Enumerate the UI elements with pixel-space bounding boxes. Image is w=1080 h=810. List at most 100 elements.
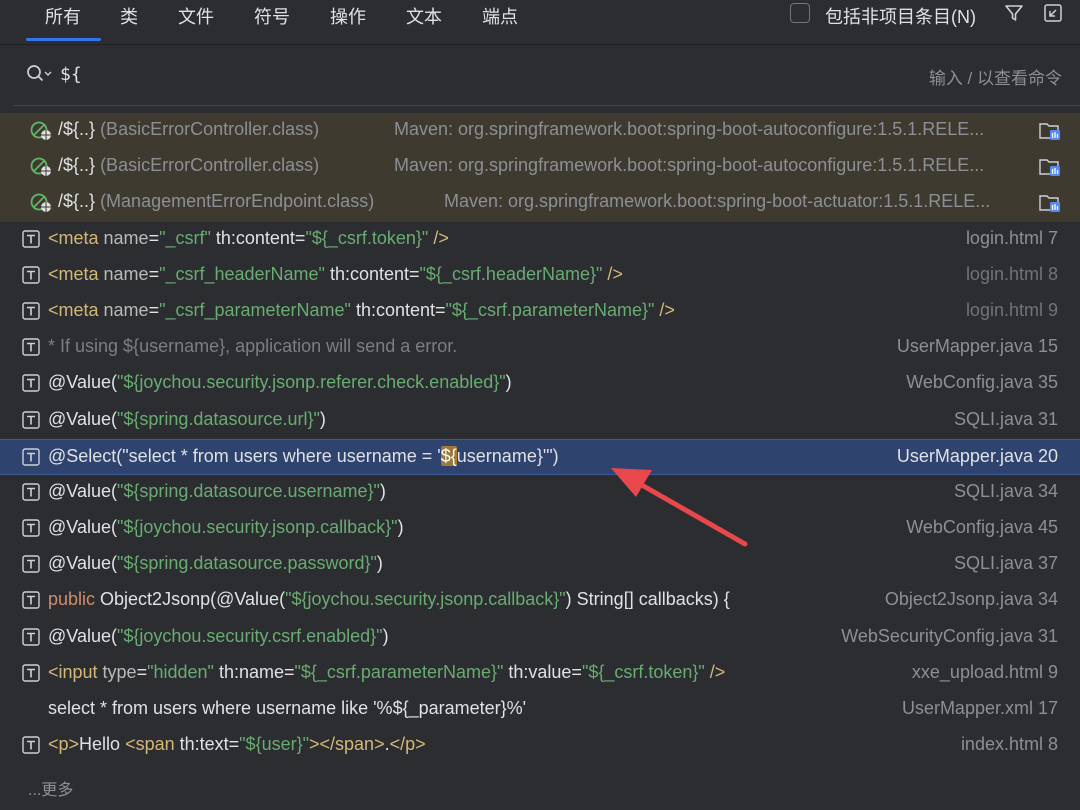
text-match-icon — [22, 555, 40, 573]
code-segment: "${_csrf.parameterName}" — [445, 299, 655, 320]
search-icon[interactable] — [25, 63, 53, 85]
code-segment: "_csrf_parameterName" — [159, 299, 351, 320]
endpoint-row[interactable]: /${..} (ManagementErrorEndpoint.class) Ma… — [0, 185, 1080, 222]
result-location: login.html 9 — [965, 299, 1058, 320]
text-match-icon — [22, 266, 40, 284]
result-text: @Value("${joychou.security.csrf.enabled}… — [48, 626, 389, 647]
endpoint-label: /${..} (BasicErrorController.class) — [58, 119, 319, 140]
code-segment: <p> — [48, 734, 80, 755]
code-segment: <input — [48, 661, 103, 682]
tab-symbols[interactable]: 符号 — [254, 3, 290, 29]
endpoint-source: Maven: org.springframework.boot:spring-b… — [394, 119, 985, 139]
result-text: <meta name="_csrf_headerName" th:content… — [48, 264, 623, 285]
code-segment: "hidden" — [147, 661, 214, 682]
result-row[interactable]: @Value("${joychou.security.jsonp.referer… — [0, 366, 1080, 402]
text-match-icon — [22, 664, 40, 682]
result-text: @Value("${joychou.security.jsonp.callbac… — [48, 517, 404, 538]
text-match-icon — [22, 519, 40, 537]
code-segment: "${joychou.security.jsonp.callback}" — [116, 517, 398, 538]
code-segment: "_csrf" — [159, 227, 211, 248]
tab-all[interactable]: 所有 — [45, 3, 81, 29]
code-segment: "${joychou.security.jsonp.callback}" — [285, 589, 566, 610]
library-folder-icon — [1039, 159, 1060, 177]
endpoint-path: /${..} — [58, 191, 96, 212]
code-segment: select * from users where username like … — [48, 698, 527, 718]
result-row[interactable]: <meta name="_csrf" th:content="${_csrf.t… — [0, 222, 1080, 258]
filter-icon[interactable] — [1003, 2, 1025, 24]
endpoint-label: /${..} (BasicErrorController.class) — [58, 155, 319, 176]
code-segment: @Value( — [48, 625, 117, 646]
result-row[interactable]: @Value("${spring.datasource.url}") SQLI.j… — [0, 403, 1080, 439]
code-segment: @Value( — [48, 553, 117, 574]
result-row[interactable]: <p>Hello <span th:text="${user}"></span>… — [0, 728, 1080, 764]
code-segment: = — [148, 263, 160, 284]
result-text: @Value("${spring.datasource.username}") — [48, 481, 386, 502]
code-segment: <span — [125, 734, 180, 755]
code-segment: ) — [379, 480, 386, 501]
code-segment: ) — [505, 372, 512, 393]
code-segment: th:value= — [503, 661, 582, 682]
result-location: xxe_upload.html 9 — [911, 661, 1058, 682]
result-row[interactable]: <input type="hidden" th:name="${_csrf.pa… — [0, 656, 1080, 692]
include-non-project-checkbox[interactable] — [790, 3, 810, 23]
result-row[interactable]: @Value("${joychou.security.csrf.enabled}… — [0, 620, 1080, 656]
text-match-icon — [22, 483, 40, 501]
code-segment: /> — [428, 227, 449, 248]
code-segment: <meta — [48, 227, 104, 248]
code-segment: "${joychou.security.csrf.enabled}" — [116, 625, 383, 646]
tab-text[interactable]: 文本 — [406, 3, 442, 29]
result-location: login.html 8 — [965, 263, 1058, 284]
text-match-icon — [22, 410, 40, 429]
code-segment: @Value( — [48, 408, 117, 429]
code-segment: <meta — [48, 299, 104, 320]
code-segment: "_csrf_headerName" — [159, 263, 325, 284]
result-location: UserMapper.java 15 — [896, 336, 1058, 357]
code-segment: name — [103, 299, 149, 320]
open-in-window-icon[interactable] — [1042, 2, 1064, 24]
result-row[interactable]: @Value("${joychou.security.jsonp.callbac… — [0, 511, 1080, 547]
result-row[interactable]: @Value("${spring.datasource.password}") S… — [0, 547, 1080, 583]
result-row-selected[interactable]: @Select("select * from users where usern… — [0, 438, 1080, 475]
code-segment: "${joychou.security.jsonp.referer.check.… — [116, 372, 506, 393]
text-match-icon — [22, 736, 40, 754]
tab-actions[interactable]: 操作 — [330, 3, 366, 29]
tab-files[interactable]: 文件 — [178, 3, 214, 29]
endpoint-class: (BasicErrorController.class) — [100, 155, 320, 176]
text-match-icon — [22, 591, 40, 610]
result-row[interactable]: select * from users where username like … — [0, 692, 1080, 728]
search-input[interactable] — [60, 59, 660, 89]
endpoint-source: Maven: org.springframework.boot:spring-b… — [444, 191, 991, 212]
code-segment: ></span> — [309, 734, 385, 755]
result-text: <p>Hello <span th:text="${user}"></span>… — [48, 734, 426, 755]
code-segment: "${_csrf.token}" — [581, 661, 705, 682]
tab-endpoints[interactable]: 端点 — [482, 3, 518, 29]
result-row[interactable]: public Object2Jsonp(@Value("${joychou.se… — [0, 583, 1080, 619]
result-row[interactable]: @Value("${spring.datasource.username}") S… — [0, 475, 1080, 511]
result-location: SQLI.java 34 — [953, 480, 1058, 501]
endpoint-path: /${..} — [58, 119, 96, 139]
include-non-project-label[interactable]: 包括非项目条目(N) — [825, 3, 976, 29]
result-row[interactable]: * If using ${username}, application will… — [0, 330, 1080, 366]
code-segment: ) — [319, 408, 326, 429]
result-location: login.html 7 — [965, 227, 1058, 248]
result-row[interactable]: <meta name="_csrf_parameterName" th:cont… — [0, 294, 1080, 330]
more-results-link[interactable]: ...更多 — [28, 776, 73, 800]
endpoint-source: Maven: org.springframework.boot:spring-b… — [394, 155, 985, 176]
result-location: Object2Jsonp.java 34 — [884, 589, 1058, 610]
text-match-icon — [22, 447, 40, 466]
endpoint-row[interactable]: /${..} (BasicErrorController.class) Maven… — [0, 149, 1080, 186]
code-segment: <meta — [48, 263, 104, 284]
code-segment: = — [136, 661, 148, 682]
code-segment: @Select("select * from users where usern… — [48, 445, 441, 466]
code-segment: /> — [602, 263, 623, 284]
code-segment: "${spring.datasource.password}" — [116, 553, 377, 574]
result-row[interactable]: <meta name="_csrf_headerName" th:content… — [0, 258, 1080, 294]
endpoint-label: /${..} (ManagementErrorEndpoint.class) — [58, 191, 374, 212]
endpoint-row[interactable]: /${..} (BasicErrorController.class) Maven… — [0, 113, 1080, 150]
search-bar: 输入 / 以查看命令 — [0, 45, 1080, 105]
result-text: @Select("select * from users where usern… — [48, 445, 559, 467]
tab-classes[interactable]: 类 — [120, 3, 138, 29]
code-segment: "${_csrf.parameterName}" — [294, 661, 504, 682]
library-folder-icon — [1039, 123, 1060, 140]
code-segment: name — [103, 227, 149, 248]
